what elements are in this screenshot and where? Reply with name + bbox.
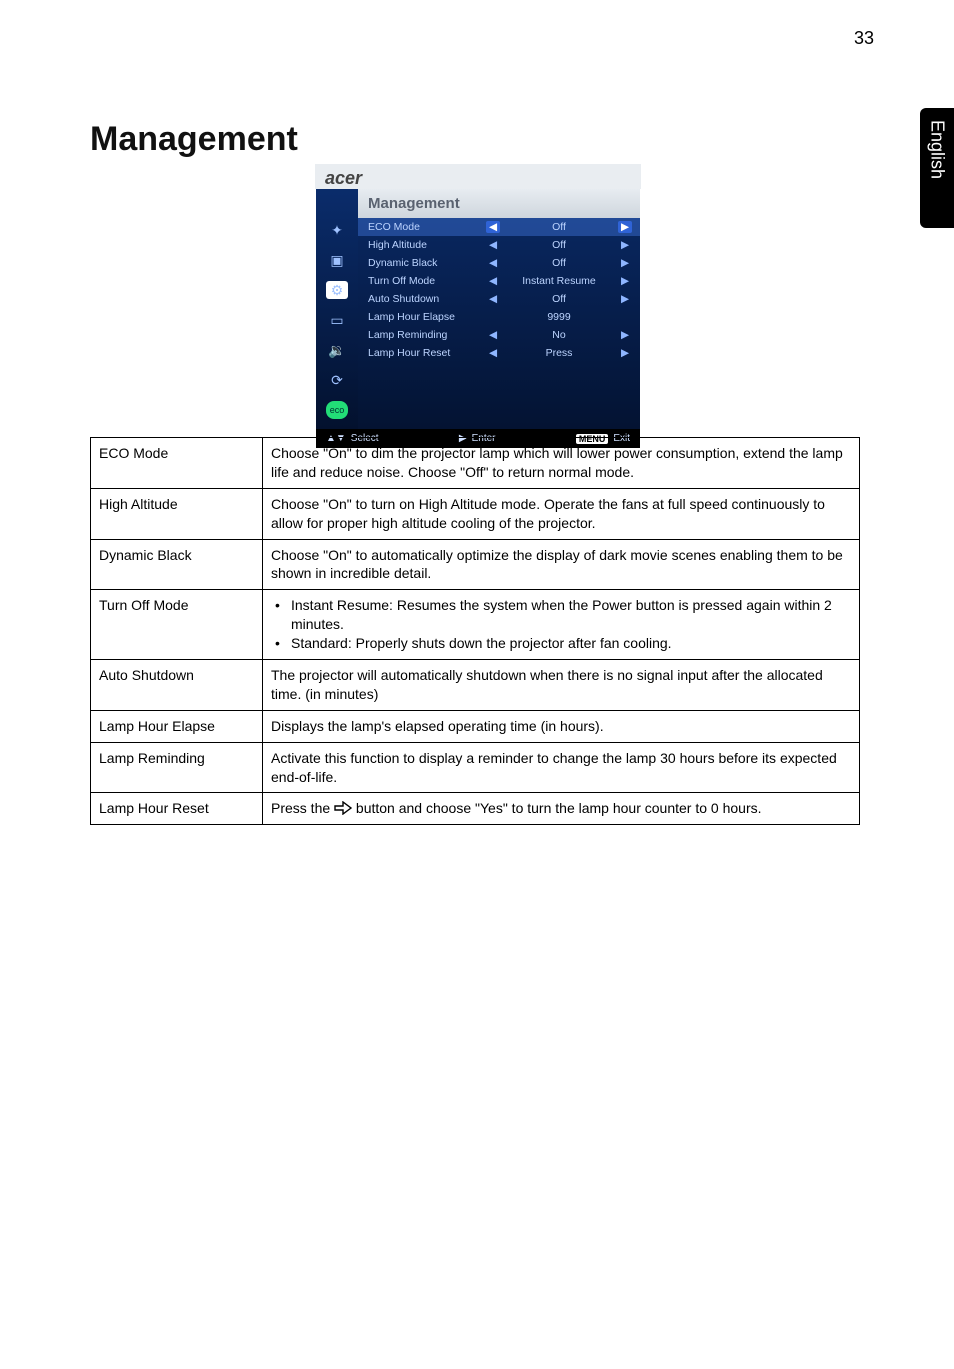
setting-name: ECO Mode xyxy=(91,438,263,489)
audio-icon: 🔉 xyxy=(326,341,348,359)
chevron-right-icon: ▶ xyxy=(618,347,632,359)
table-row: ECO ModeChoose "On" to dim the projector… xyxy=(91,438,860,489)
setting-name: Lamp Hour Elapse xyxy=(91,710,263,742)
osd-row-label: Lamp Hour Elapse xyxy=(368,311,486,323)
osd-row: ECO Mode◀Off▶ xyxy=(358,218,640,236)
osd-row-value: Off xyxy=(500,221,618,233)
table-row: High AltitudeChoose "On" to turn on High… xyxy=(91,488,860,539)
setting-description: Activate this function to display a remi… xyxy=(263,742,860,793)
osd-row-label: High Altitude xyxy=(368,239,486,251)
setting-description: Instant Resume: Resumes the system when … xyxy=(263,590,860,660)
setting-description: Choose "On" to turn on High Altitude mod… xyxy=(263,488,860,539)
chevron-right-icon: ▶ xyxy=(618,275,632,287)
language-side-tab: English xyxy=(920,108,954,228)
setting-name: Turn Off Mode xyxy=(91,590,263,660)
osd-sidebar-icons: ✦ ▣ ⚙ ▭ 🔉 ⟳ eco xyxy=(316,189,358,429)
setting-description: Choose "On" to automatically optimize th… xyxy=(263,539,860,590)
osd-title: Management xyxy=(358,189,640,218)
table-row: Lamp Hour ElapseDisplays the lamp's elap… xyxy=(91,710,860,742)
setting-description: Press the button and choose "Yes" to tur… xyxy=(263,793,860,825)
settings-table: ECO ModeChoose "On" to dim the projector… xyxy=(90,437,860,825)
osd-row: Lamp Reminding◀No▶ xyxy=(358,326,640,344)
osd-row-value: No xyxy=(500,329,618,341)
list-item: Instant Resume: Resumes the system when … xyxy=(271,596,851,634)
osd-row: Lamp Hour Elapse 9999 xyxy=(358,308,640,326)
osd-row: Lamp Hour Reset◀Press▶ xyxy=(358,344,640,362)
osd-logo: acer xyxy=(315,164,641,189)
table-row: Dynamic BlackChoose "On" to automaticall… xyxy=(91,539,860,590)
chevron-left-icon: ◀ xyxy=(486,275,500,287)
image-icon: ▣ xyxy=(326,251,348,269)
table-row: Auto ShutdownThe projector will automati… xyxy=(91,660,860,711)
chevron-right-icon: ▶ xyxy=(618,329,632,341)
setting-description: Displays the lamp's elapsed operating ti… xyxy=(263,710,860,742)
page-number: 33 xyxy=(854,28,874,49)
eco-icon: eco xyxy=(326,401,348,419)
color-icon: ✦ xyxy=(326,221,348,239)
osd-row: High Altitude◀Off▶ xyxy=(358,236,640,254)
chevron-left-icon: ◀ xyxy=(486,329,500,341)
osd-row: Dynamic Black◀Off▶ xyxy=(358,254,640,272)
setting-icon: ⚙ xyxy=(326,281,348,299)
setting-name: Lamp Hour Reset xyxy=(91,793,263,825)
chevron-right-icon: ▶ xyxy=(618,239,632,251)
chevron-left-icon: ◀ xyxy=(486,239,500,251)
osd-row-value: Instant Resume xyxy=(500,275,618,287)
setting-name: High Altitude xyxy=(91,488,263,539)
osd-row-label: Lamp Hour Reset xyxy=(368,347,486,359)
list-item: Standard: Properly shuts down the projec… xyxy=(271,634,851,653)
osd-row-label: ECO Mode xyxy=(368,221,486,233)
osd-row-label: Turn Off Mode xyxy=(368,275,486,287)
osd-row-value: 9999 xyxy=(500,311,618,323)
osd-screenshot: acer ✦ ▣ ⚙ ▭ 🔉 ⟳ eco Management ECO Mode… xyxy=(316,165,640,448)
setting-name: Lamp Reminding xyxy=(91,742,263,793)
chevron-right-icon: ▶ xyxy=(618,293,632,305)
osd-row-label: Lamp Reminding xyxy=(368,329,486,341)
chevron-left-icon: ◀ xyxy=(486,293,500,305)
text-suffix: button and choose "Yes" to turn the lamp… xyxy=(352,800,761,816)
chevron-left-icon: ◀ xyxy=(486,347,500,359)
text-prefix: Press the xyxy=(271,800,334,816)
setting-description: Choose "On" to dim the projector lamp wh… xyxy=(263,438,860,489)
setting-description: The projector will automatically shutdow… xyxy=(263,660,860,711)
osd-row-value: Off xyxy=(500,239,618,251)
osd-row-value: Off xyxy=(500,293,618,305)
right-arrow-icon xyxy=(334,801,352,815)
table-row: Turn Off ModeInstant Resume: Resumes the… xyxy=(91,590,860,660)
chevron-left-icon: ◀ xyxy=(486,221,500,233)
chevron-right-icon: ▶ xyxy=(618,221,632,233)
osd-row: Turn Off Mode◀Instant Resume▶ xyxy=(358,272,640,290)
management-icon: ▭ xyxy=(326,311,348,329)
page-title: Management xyxy=(90,120,298,159)
threed-icon: ⟳ xyxy=(326,371,348,389)
setting-name: Dynamic Black xyxy=(91,539,263,590)
setting-name: Auto Shutdown xyxy=(91,660,263,711)
chevron-right-icon: ▶ xyxy=(618,257,632,269)
chevron-left-icon: ◀ xyxy=(486,257,500,269)
osd-row: Auto Shutdown◀Off▶ xyxy=(358,290,640,308)
osd-row-value: Press xyxy=(500,347,618,359)
table-row: Lamp Hour ResetPress the button and choo… xyxy=(91,793,860,825)
osd-row-value: Off xyxy=(500,257,618,269)
osd-row-label: Auto Shutdown xyxy=(368,293,486,305)
table-row: Lamp RemindingActivate this function to … xyxy=(91,742,860,793)
osd-row-label: Dynamic Black xyxy=(368,257,486,269)
